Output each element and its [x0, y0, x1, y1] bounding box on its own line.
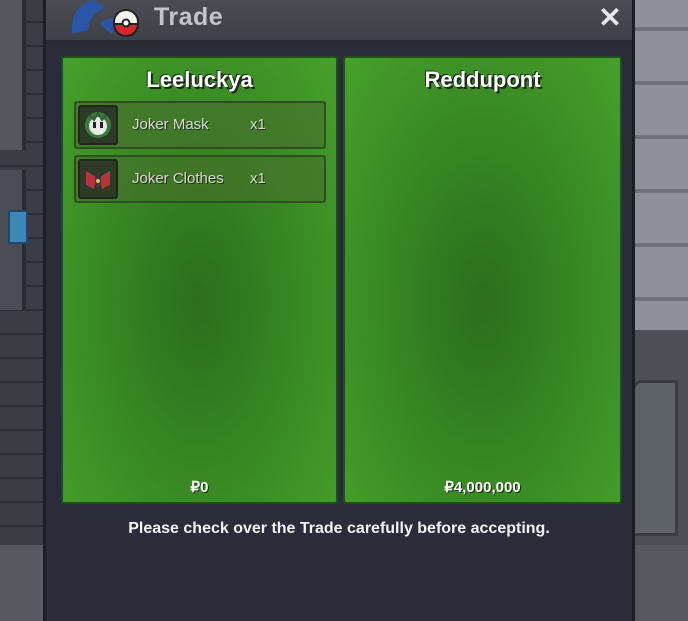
trade-item-joker-clothes[interactable]: Joker Clothes x1 — [74, 155, 326, 203]
background-machine — [8, 210, 28, 244]
joker-mask-icon — [78, 105, 118, 145]
background-ground — [0, 545, 44, 621]
background-right-scene — [632, 0, 688, 621]
left-money-offer: ₽0 — [190, 479, 209, 496]
left-player-name: Leeluckya — [146, 67, 253, 92]
window-title: Trade — [154, 3, 224, 31]
background-pipe — [0, 0, 26, 150]
pokeball-logo-icon — [71, 0, 140, 37]
item-name: Joker Clothes — [132, 170, 224, 187]
close-button[interactable]: ✕ — [596, 3, 624, 33]
trade-panel-right: Reddupont ₽4,000,000 — [343, 56, 622, 504]
background-ground — [632, 545, 688, 621]
trade-window: Trade ✕ Leeluckya Joker Mask x1 Joker Cl… — [43, 0, 635, 621]
item-name: Joker Mask — [132, 116, 209, 133]
joker-clothes-icon — [78, 159, 118, 199]
trade-notice: Please check over the Trade carefully be… — [128, 520, 550, 537]
trade-item-joker-mask[interactable]: Joker Mask x1 — [74, 101, 326, 149]
item-quantity: x1 — [250, 116, 266, 133]
trade-panel-left: Leeluckya Joker Mask x1 Joker Clothes x1… — [61, 56, 338, 504]
title-bar: Trade ✕ — [46, 0, 632, 43]
background-left-scene — [0, 0, 44, 621]
item-quantity: x1 — [250, 170, 266, 187]
background-door — [632, 380, 678, 536]
right-player-name: Reddupont — [424, 67, 541, 92]
right-money-offer: ₽4,000,000 — [444, 479, 521, 496]
